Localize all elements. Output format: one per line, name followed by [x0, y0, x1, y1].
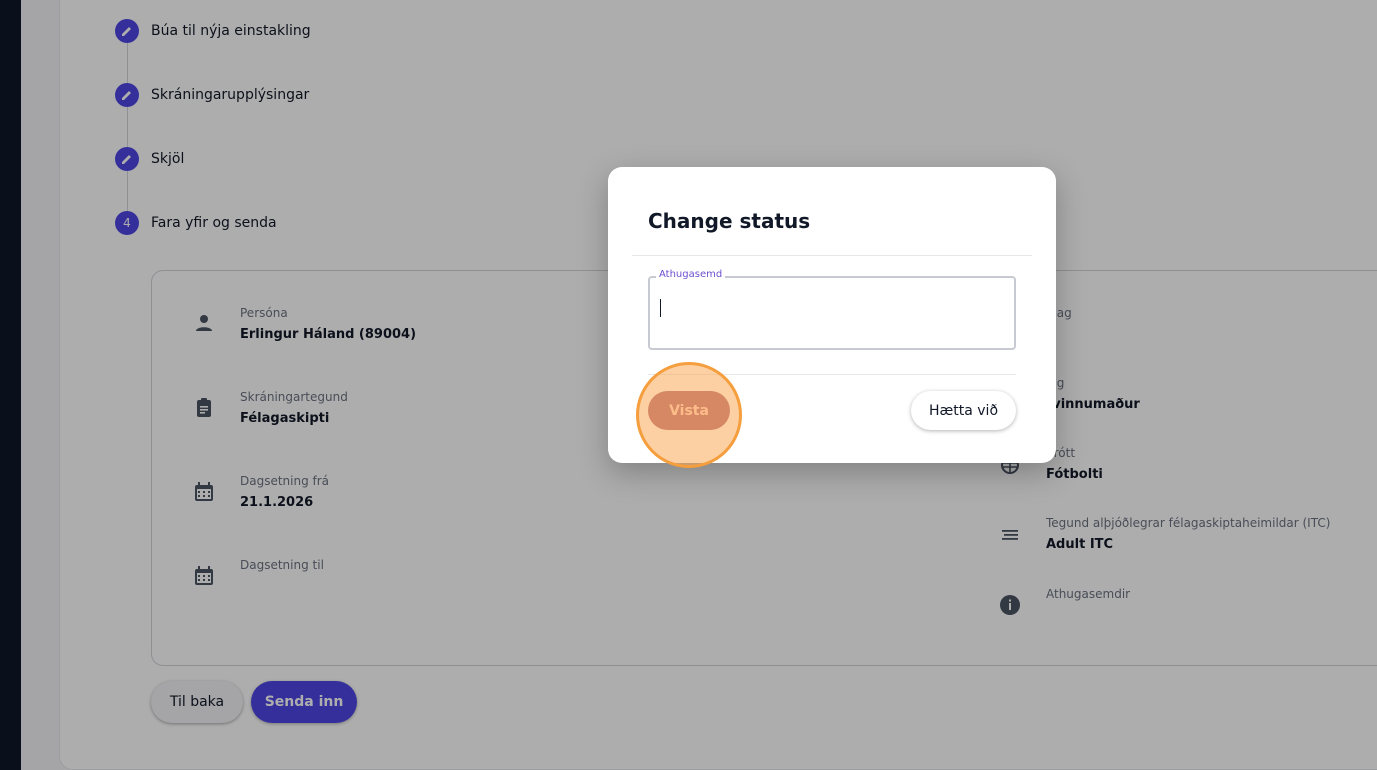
text-caret: [660, 299, 661, 317]
comment-input[interactable]: [658, 292, 1006, 336]
cancel-button[interactable]: Hætta við: [911, 391, 1016, 430]
dialog-divider: [648, 374, 1016, 375]
dialog-divider: [632, 255, 1032, 256]
comment-field-label: Athugasemd: [656, 269, 726, 280]
save-button[interactable]: Vista: [648, 391, 730, 430]
dialog-title: Change status: [648, 209, 811, 233]
comment-field[interactable]: Athugasemd: [648, 269, 1016, 350]
change-status-dialog: Change status Athugasemd Vista Hætta við: [608, 167, 1056, 463]
